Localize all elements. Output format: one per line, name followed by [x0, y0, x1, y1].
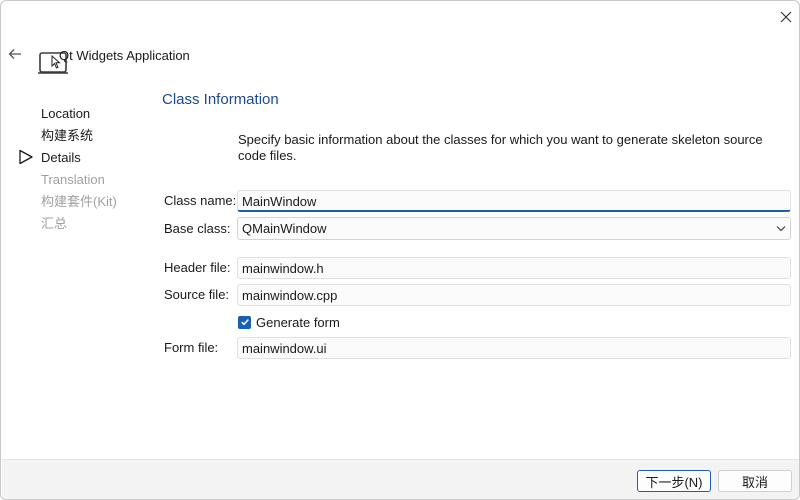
source-file-input[interactable]: mainwindow.cpp — [237, 284, 791, 306]
wizard-window: Qt Widgets Application Location 构建系统 Det… — [0, 0, 800, 500]
generate-form-checkbox[interactable] — [238, 315, 251, 329]
class-name-input[interactable]: MainWindow — [237, 190, 791, 212]
generate-form-label: Generate form — [256, 314, 340, 330]
back-arrow-icon — [8, 49, 21, 59]
page-description: Specify basic information about the clas… — [238, 132, 763, 163]
wizard-footer: 下一步(N) 取消 — [2, 459, 799, 499]
step-location: Location — [41, 106, 91, 121]
step-translation: Translation — [41, 172, 105, 187]
generate-form-row: Generate form — [238, 313, 340, 331]
wizard-steps-list: Location 构建系统 Details Translation 构建套件(K… — [19, 105, 117, 237]
form-file-input[interactable]: mainwindow.ui — [237, 337, 791, 359]
step-details: Details — [19, 149, 117, 171]
close-icon — [780, 11, 792, 23]
step-kits: 构建套件(Kit) — [41, 194, 117, 209]
base-class-combobox[interactable]: QMainWindow — [237, 217, 791, 240]
back-button[interactable] — [3, 43, 27, 65]
triangle-right-icon — [19, 149, 33, 165]
chevron-down-icon — [776, 226, 786, 232]
base-class-label: Base class: — [164, 221, 231, 236]
close-button[interactable] — [772, 4, 799, 30]
wizard-title: Qt Widgets Application — [59, 48, 190, 63]
step-build-system: 构建系统 — [41, 128, 94, 143]
step-summary: 汇总 — [41, 216, 68, 231]
source-file-label: Source file: — [164, 287, 230, 302]
base-class-value: QMainWindow — [242, 221, 327, 236]
class-name-label: Class name: — [164, 193, 237, 208]
checkmark-icon — [240, 319, 249, 326]
header-file-input[interactable]: mainwindow.h — [237, 257, 791, 279]
cancel-button[interactable]: 取消 — [718, 470, 792, 492]
page-title: Class Information — [162, 91, 279, 108]
next-button[interactable]: 下一步(N) — [637, 470, 711, 492]
form-file-label: Form file: — [164, 340, 219, 355]
step-details-label: Details — [41, 150, 81, 165]
header-file-label: Header file: — [164, 260, 231, 275]
